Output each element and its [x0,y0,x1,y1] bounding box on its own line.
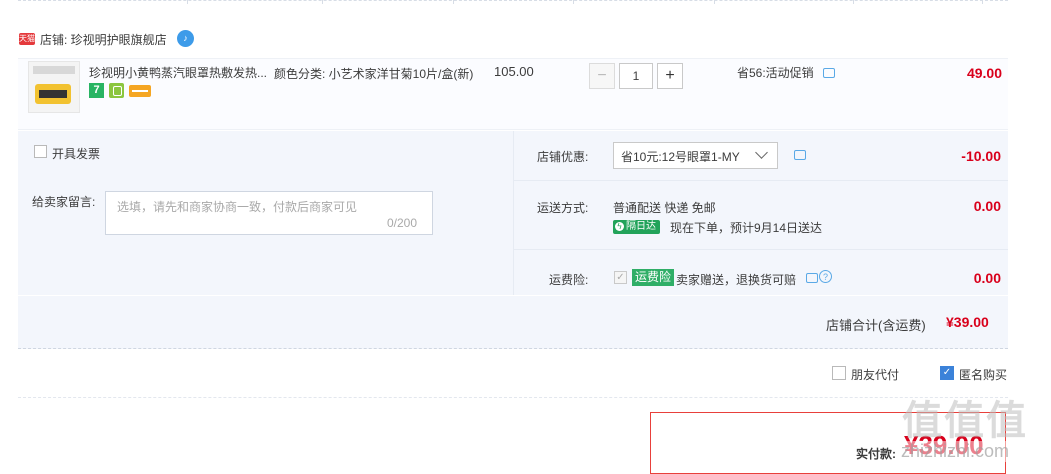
column-tick [573,0,574,4]
promotion-label: 省56:活动促销 [737,66,814,80]
friend-pay-label[interactable]: 朋友代付 [851,366,899,383]
shop-coupon-label: 店铺优惠: [537,150,589,164]
shop-name[interactable]: 店铺: 珍视明护眼旗舰店 [40,31,167,48]
credit-card-icon [129,85,151,97]
quantity-input[interactable]: 1 [619,63,653,89]
item-subtotal: 49.00 [966,65,1002,81]
column-tick [453,0,454,4]
unit-price: 105.00 [494,64,534,79]
shop-total-label: 店铺合计(含运费) [826,318,926,333]
shipping-insurance-tag: 运费险 [632,269,675,286]
shop-coupon-value[interactable]: 省10元:12号眼罩1-MY [621,148,740,165]
anonymous-label[interactable]: 匿名购买 [959,366,1007,383]
shipping-insurance-label: 运费险: [549,273,589,287]
quantity-decrease-button[interactable]: − [589,63,615,89]
lightning-icon: ϟ [615,221,624,231]
anonymous-checkbox[interactable]: ✓ [940,366,954,380]
coupon-amount: -10.00 [961,148,1001,164]
panel-divider [513,131,514,295]
tmall-badge-icon: 天猫 [19,33,35,45]
next-day-badge: ϟ 隔日达 [613,220,660,234]
comment-icon[interactable] [806,273,818,283]
product-thumbnail[interactable] [28,61,80,113]
column-tick [322,0,323,4]
column-tick [187,0,188,4]
panel-divider [514,249,1008,250]
comment-icon[interactable] [823,68,835,78]
shipping-insurance-text: 卖家赠送，退换货可赔 [676,273,797,287]
shop-total-amount: ¥39.00 [946,314,989,330]
shipping-eta: 现在下单，预计9月14日送达 [670,221,823,235]
quantity-increase-button[interactable]: + [657,63,683,89]
separator-line [18,397,1008,399]
insurance-amount: 0.00 [973,270,1001,286]
invoice-label[interactable]: 开具发票 [52,145,100,162]
panel-divider [514,180,1008,181]
product-sku: 颜色分类: 小艺术家洋甘菊10片/盒(新) [274,67,474,81]
seller-message-placeholder: 选填，请先和商家协商一致，付款后商家可见 [117,200,358,214]
pay-amount-label: 实付款: [856,447,896,461]
seven-day-return-icon: 7 [89,83,104,98]
invoice-checkbox[interactable] [34,145,47,158]
watermark-logo: 值值值 [902,399,1028,443]
shipping-method: 普通配送 快递 免邮 [613,201,716,215]
shipping-insurance-checkbox: ✓ [614,271,627,284]
column-tick [714,0,715,4]
product-title[interactable]: 珍视明小黄鸭蒸汽眼罩热敷发热... [89,64,267,81]
shipping-label: 运送方式: [537,201,589,215]
insurance-icon [109,83,124,98]
message-label: 给卖家留言: [32,195,96,209]
column-tick [853,0,854,4]
friend-pay-checkbox[interactable] [832,366,846,380]
message-char-count: 0/200 [387,216,418,230]
help-icon[interactable]: ? [819,270,832,283]
watermark-url: zhizhizhi.com [901,441,1010,462]
comment-icon[interactable] [794,150,806,160]
column-tick [982,0,983,4]
next-day-label: 隔日达 [626,221,656,232]
top-border-line [18,0,1008,2]
chat-bubble-icon[interactable]: ♪ [177,30,194,47]
shipping-amount: 0.00 [973,198,1001,214]
